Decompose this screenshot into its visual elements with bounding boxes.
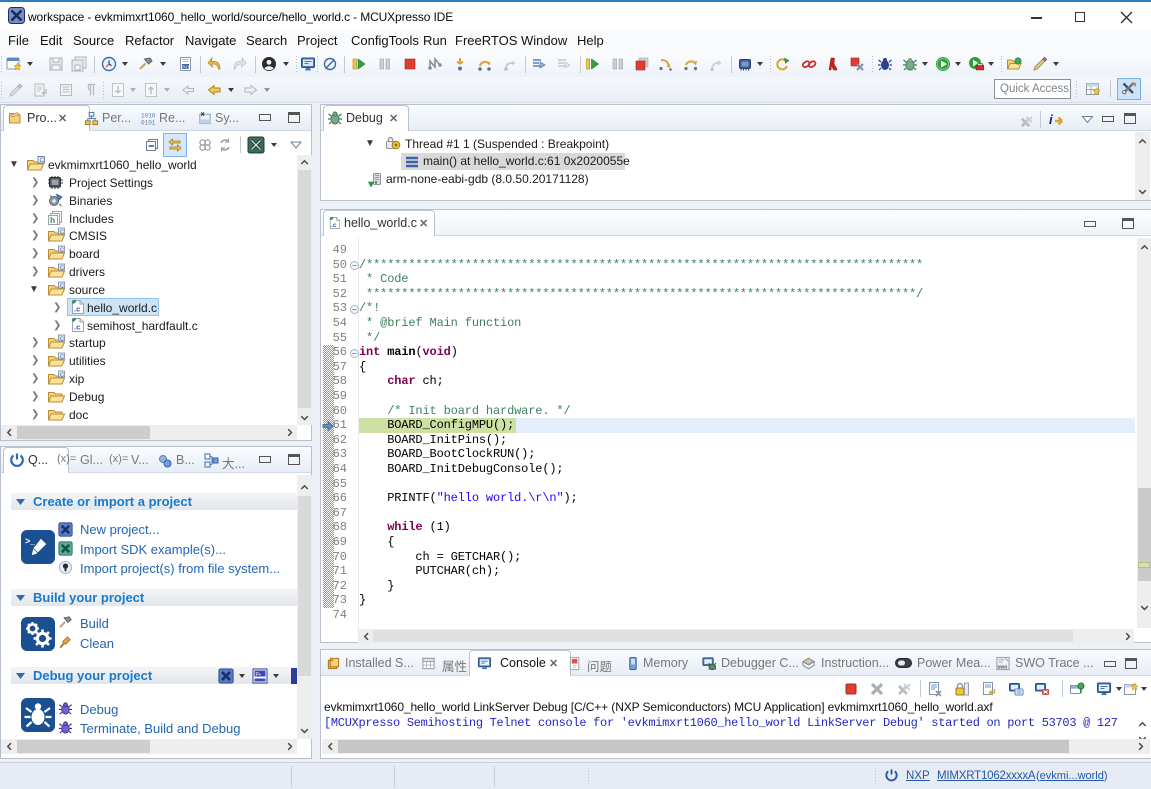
svg-text:0101: 0101 bbox=[141, 120, 156, 127]
svg-text:.c: .c bbox=[331, 222, 337, 229]
svg-text:h: h bbox=[50, 215, 55, 225]
svg-text:P▪: P▪ bbox=[256, 672, 261, 678]
svg-text:C: C bbox=[60, 229, 64, 235]
svg-text:C: C bbox=[60, 372, 64, 378]
svg-text:C: C bbox=[60, 336, 64, 342]
svg-text:C: C bbox=[60, 265, 64, 271]
svg-text:C: C bbox=[40, 157, 45, 164]
svg-text:1010: 1010 bbox=[141, 113, 156, 120]
svg-text:swo: swo bbox=[997, 665, 1007, 671]
svg-text:C: C bbox=[60, 283, 64, 289]
svg-text:C: C bbox=[60, 354, 64, 360]
svg-text:010: 010 bbox=[182, 64, 190, 70]
svg-text:C: C bbox=[60, 247, 64, 253]
svg-text:.c: .c bbox=[74, 305, 80, 314]
svg-text:.c: .c bbox=[74, 323, 80, 332]
